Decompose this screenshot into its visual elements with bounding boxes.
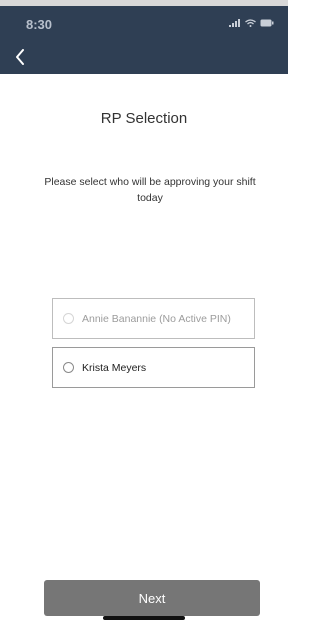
home-indicator bbox=[103, 616, 185, 620]
option-label: Annie Banannie (No Active PIN) bbox=[82, 312, 231, 325]
status-bar-edge bbox=[0, 0, 288, 6]
selection-prompt: Please select who will be approving your… bbox=[44, 176, 256, 204]
back-button[interactable] bbox=[8, 45, 32, 69]
battery-icon bbox=[260, 19, 274, 27]
radio-button[interactable] bbox=[63, 362, 74, 373]
signal-icon bbox=[229, 19, 240, 27]
status-icons bbox=[229, 19, 274, 27]
wifi-icon bbox=[245, 19, 256, 27]
radio-button bbox=[63, 313, 74, 324]
next-button[interactable]: Next bbox=[44, 580, 260, 616]
page-title: RP Selection bbox=[100, 110, 188, 127]
app-header: 8:30 bbox=[0, 0, 288, 74]
option-label: Krista Meyers bbox=[82, 361, 147, 374]
rp-option-krista-meyers[interactable]: Krista Meyers bbox=[52, 347, 255, 388]
rp-option-annie-banannie: Annie Banannie (No Active PIN) bbox=[52, 298, 255, 339]
chevron-left-icon bbox=[16, 49, 24, 65]
status-time: 8:30 bbox=[26, 17, 53, 32]
